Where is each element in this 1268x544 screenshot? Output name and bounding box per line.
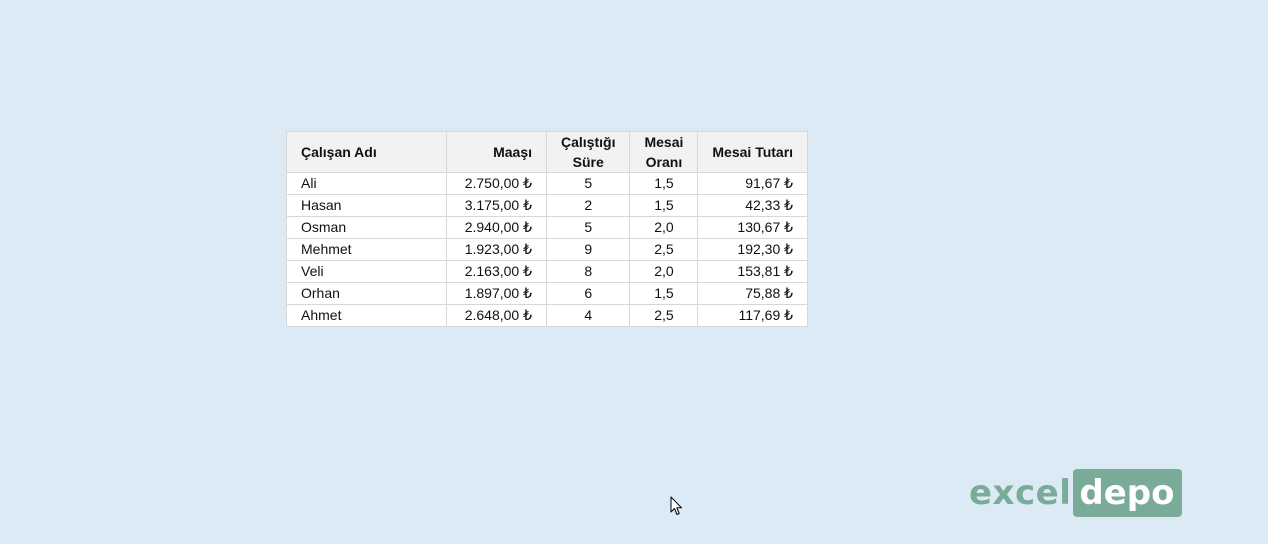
cell-overtime-rate[interactable]: 2,5	[629, 238, 699, 261]
header-worked-hours[interactable]: Çalıştığı Süre	[545, 131, 631, 173]
cell-overtime-rate[interactable]: 2,0	[629, 216, 699, 239]
cell-salary[interactable]: 1.897,00 ₺	[446, 282, 547, 305]
header-label: Maaşı	[493, 144, 532, 160]
header-label-line1: Çalıştığı	[561, 134, 616, 150]
cell-employee-name[interactable]: Ali	[286, 172, 447, 195]
header-salary[interactable]: Maaşı	[446, 131, 547, 173]
cell-employee-name[interactable]: Hasan	[286, 194, 447, 217]
cell-overtime-rate[interactable]: 2,0	[629, 260, 699, 283]
table-row: Orhan 1.897,00 ₺ 6 1,5 75,88 ₺	[286, 282, 809, 305]
table-row: Hasan 3.175,00 ₺ 2 1,5 42,33 ₺	[286, 194, 809, 217]
mouse-pointer-icon	[670, 496, 682, 515]
cell-overtime-amount[interactable]: 75,88 ₺	[697, 282, 809, 305]
cell-overtime-amount[interactable]: 91,67 ₺	[697, 172, 809, 195]
cell-salary[interactable]: 2.940,00 ₺	[446, 216, 547, 239]
cell-employee-name[interactable]: Veli	[286, 260, 447, 283]
cell-employee-name[interactable]: Ahmet	[286, 304, 447, 327]
table-row: Mehmet 1.923,00 ₺ 9 2,5 192,30 ₺	[286, 238, 809, 261]
header-employee-name[interactable]: Çalışan Adı	[286, 131, 447, 173]
cell-overtime-amount[interactable]: 42,33 ₺	[697, 194, 809, 217]
cell-worked-hours[interactable]: 2	[545, 194, 631, 217]
cell-salary[interactable]: 3.175,00 ₺	[446, 194, 547, 217]
table-row: Osman 2.940,00 ₺ 5 2,0 130,67 ₺	[286, 216, 809, 239]
header-label: Mesai Tutarı	[712, 144, 794, 160]
cell-worked-hours[interactable]: 9	[545, 238, 631, 261]
cell-worked-hours[interactable]: 4	[545, 304, 631, 327]
cell-worked-hours[interactable]: 5	[545, 216, 631, 239]
cell-overtime-amount[interactable]: 153,81 ₺	[697, 260, 809, 283]
logo-text-depo: depo	[1073, 469, 1183, 517]
cell-worked-hours[interactable]: 8	[545, 260, 631, 283]
table-row: Ali 2.750,00 ₺ 5 1,5 91,67 ₺	[286, 172, 809, 195]
cell-overtime-amount[interactable]: 192,30 ₺	[697, 238, 809, 261]
cell-worked-hours[interactable]: 5	[545, 172, 631, 195]
cell-salary[interactable]: 2.163,00 ₺	[446, 260, 547, 283]
cell-employee-name[interactable]: Osman	[286, 216, 447, 239]
cell-overtime-rate[interactable]: 1,5	[629, 282, 699, 305]
header-label: Çalışan Adı	[301, 144, 377, 160]
exceldepo-logo: excel depo	[969, 469, 1183, 517]
table-row: Veli 2.163,00 ₺ 8 2,0 153,81 ₺	[286, 260, 809, 283]
cell-salary[interactable]: 1.923,00 ₺	[446, 238, 547, 261]
cell-salary[interactable]: 2.750,00 ₺	[446, 172, 547, 195]
header-label-line1: Mesai	[644, 134, 684, 150]
table-row: Ahmet 2.648,00 ₺ 4 2,5 117,69 ₺	[286, 304, 809, 327]
header-overtime-amount[interactable]: Mesai Tutarı	[697, 131, 809, 173]
header-label-line2: Oranı	[645, 154, 683, 170]
table-header-row: Çalışan Adı Maaşı Çalıştığı Süre Mesai O…	[286, 131, 809, 173]
header-overtime-rate[interactable]: Mesai Oranı	[629, 131, 699, 173]
cell-salary[interactable]: 2.648,00 ₺	[446, 304, 547, 327]
logo-text-excel: excel	[969, 473, 1072, 513]
cell-overtime-rate[interactable]: 1,5	[629, 194, 699, 217]
cell-employee-name[interactable]: Orhan	[286, 282, 447, 305]
header-label-line2: Süre	[572, 154, 604, 170]
salary-table: Çalışan Adı Maaşı Çalıştığı Süre Mesai O…	[286, 131, 809, 327]
cell-employee-name[interactable]: Mehmet	[286, 238, 447, 261]
cell-overtime-rate[interactable]: 2,5	[629, 304, 699, 327]
cell-overtime-amount[interactable]: 130,67 ₺	[697, 216, 809, 239]
cell-overtime-amount[interactable]: 117,69 ₺	[697, 304, 809, 327]
cell-overtime-rate[interactable]: 1,5	[629, 172, 699, 195]
cell-worked-hours[interactable]: 6	[545, 282, 631, 305]
